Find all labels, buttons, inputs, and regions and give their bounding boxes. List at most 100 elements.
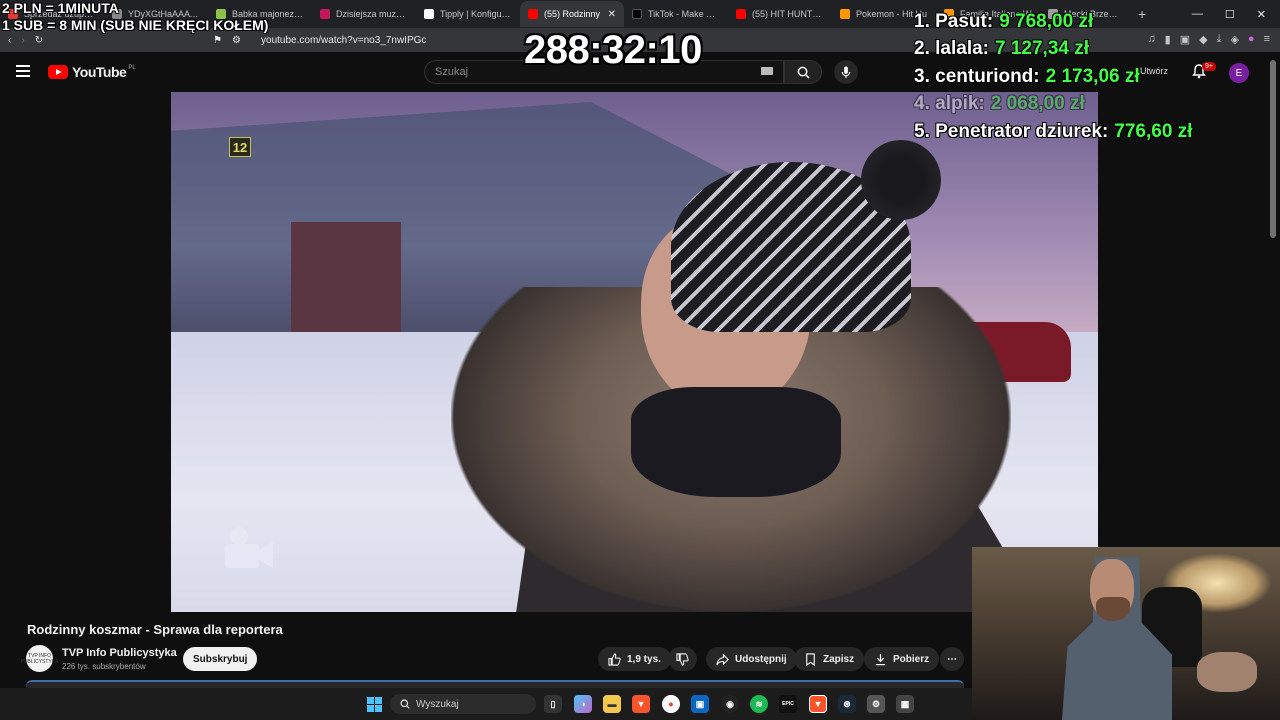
voice-search-button[interactable] (834, 60, 858, 84)
hamburger-menu-icon[interactable] (16, 65, 30, 77)
chrome-icon[interactable]: ● (662, 695, 680, 713)
video-frame-scarf (631, 387, 841, 497)
back-icon[interactable]: ‹ (8, 35, 11, 46)
channel-avatar[interactable]: TVP INFO PUBLICYSTYKA (21, 645, 58, 672)
obs-icon[interactable]: ◉ (721, 695, 739, 713)
dislike-button[interactable] (668, 647, 697, 671)
window-controls: — ☐ ✕ (1192, 8, 1280, 21)
donor-name: 4. alpik: (914, 93, 985, 115)
settings-icon[interactable]: ⚙ (867, 695, 885, 713)
notification-count-badge: 9+ (1202, 62, 1216, 71)
leaderboard-row: 5. Penetrator dziurek: 776,60 zł (914, 118, 1192, 146)
donor-name: 3. centuriond: (914, 65, 1040, 87)
youtube-play-icon (48, 65, 68, 79)
channel-name[interactable]: TVP Info Publicystyka (62, 647, 177, 659)
epic-games-icon[interactable]: EPIC (779, 695, 797, 713)
stream-rules-overlay: 2 PLN = 1MINUTA 1 SUB = 8 MIN (SUB NIE K… (2, 0, 268, 34)
taskbar-search-input[interactable]: Wyszukaj (390, 694, 536, 714)
shield-icon[interactable]: ◈ (1230, 33, 1238, 46)
page-scrollbar[interactable] (1270, 60, 1276, 238)
vpn-icon[interactable]: ◆ (1199, 33, 1207, 46)
browser-tab-active[interactable]: (55) Rodzinny ✕ (520, 1, 624, 27)
task-view-icon[interactable]: ▯ (544, 695, 562, 713)
profile-icon[interactable]: ● (1248, 33, 1255, 46)
download-button[interactable]: Pobierz (864, 647, 940, 671)
maximize-icon[interactable]: ☐ (1225, 8, 1235, 21)
download-label: Pobierz (893, 653, 930, 665)
donation-amount: 2 173,06 zł (1045, 65, 1140, 87)
youtube-favicon-icon (528, 9, 538, 19)
donor-name: 5. Penetrator dziurek: (914, 120, 1109, 142)
close-window-icon[interactable]: ✕ (1257, 8, 1266, 21)
download-icon (875, 653, 886, 665)
tab-title: TikTok - Make Your (648, 9, 720, 19)
donor-name: 2. lalala: (914, 38, 989, 60)
donation-amount: 9 768,00 zł (999, 10, 1094, 32)
brave-browser-icon[interactable]: ▼ (632, 695, 650, 713)
close-tab-icon[interactable]: ✕ (608, 9, 616, 20)
copilot-icon[interactable]: ◑ (574, 695, 592, 713)
share-icon (716, 653, 729, 665)
screen: Sprzedaż uzupełnij YDyXGtHaAAATDVG Babka… (0, 0, 1280, 720)
download-icon[interactable]: ⤓ (1217, 33, 1222, 46)
save-button[interactable]: Zapisz (794, 647, 865, 671)
rule-line: 1 SUB = 8 MIN (SUB NIE KRĘCI KOŁEM) (2, 17, 269, 33)
microphone-icon (841, 65, 851, 78)
tab-favicon-icon (320, 9, 330, 19)
youtube-logo-text: YouTube (72, 64, 127, 80)
account-avatar[interactable]: E (1229, 63, 1249, 83)
like-button[interactable]: 1,9 tys. (598, 647, 671, 671)
subscribe-button[interactable]: Subskrybuj (183, 647, 258, 671)
steam-icon[interactable]: ⊛ (838, 695, 856, 713)
description-box[interactable] (26, 680, 964, 688)
browser-tab[interactable]: TikTok - Make Your (624, 1, 728, 27)
tab-favicon-icon (840, 9, 850, 19)
video-player[interactable]: 12 (171, 92, 1098, 612)
keyboard-icon[interactable] (761, 67, 773, 75)
thumbs-down-icon (676, 652, 689, 666)
browser-tab[interactable]: Dzisiejsza muzyczna (312, 1, 416, 27)
donation-amount: 776,60 zł (1114, 120, 1193, 142)
webcam-beard (1096, 597, 1130, 621)
thumbs-up-icon (608, 652, 621, 666)
url-field[interactable]: youtube.com/watch?v=no3_7nwIPGc (261, 35, 426, 46)
youtube-logo[interactable]: YouTube PL (48, 64, 136, 80)
leaderboard-row: 4. alpik: 2 068,00 zł (914, 91, 1192, 119)
calculator-icon[interactable]: ▦ (896, 695, 914, 713)
site-settings-icon[interactable]: ⚙ (232, 35, 241, 46)
reload-icon[interactable]: ↻ (35, 35, 43, 46)
file-explorer-icon[interactable]: ▬ (603, 695, 621, 713)
browser-tab[interactable]: (55) HIT HUNTERS (728, 1, 832, 27)
rule-line: 2 PLN = 1MINUTA (2, 0, 119, 16)
more-icon: ⋯ (947, 653, 957, 665)
more-actions-button[interactable]: ⋯ (940, 647, 964, 671)
tab-title: (55) HIT HUNTERS (752, 9, 824, 19)
youtube-favicon-icon (736, 9, 746, 19)
video-frame-pompom (861, 140, 941, 220)
leaderboard-row: 3. centuriond: 2 173,06 zł (914, 63, 1192, 91)
camera-watermark-icon (225, 527, 273, 568)
minimize-icon[interactable]: — (1192, 8, 1203, 21)
windows-taskbar: Wyszukaj ▯ ◑ ▬ ▼ ● ▣ ◉ ≋ EPIC ▼ ⊛ ⚙ ▦ (0, 688, 972, 720)
bookmark-icon[interactable]: ⚑ (213, 35, 222, 46)
brave-active-icon[interactable]: ▼ (809, 695, 827, 713)
tab-title: Tipply | Konfiguratu (440, 9, 512, 19)
browser-tab[interactable]: Tipply | Konfiguratu (416, 1, 520, 27)
search-button[interactable] (784, 60, 822, 84)
windows-start-icon[interactable] (367, 697, 382, 712)
save-label: Zapisz (823, 653, 855, 665)
streamer-webcam (972, 547, 1280, 720)
leaderboard-row: 2. lalala: 7 127,34 zł (914, 36, 1192, 64)
store-icon[interactable]: ▣ (691, 695, 709, 713)
bookmark-icon (806, 652, 815, 666)
share-button[interactable]: Udostępnij (706, 647, 797, 671)
spotify-icon[interactable]: ≋ (750, 695, 768, 713)
menu-icon[interactable]: ≡ (1264, 33, 1270, 46)
webcam-hand (1197, 652, 1257, 692)
forward-icon[interactable]: › (21, 35, 24, 46)
leaderboard-row: 1. Pasut: 9 768,00 zł (914, 8, 1192, 36)
donation-amount: 7 127,34 zł (995, 38, 1090, 60)
subathon-timer: 288:32:10 (524, 28, 702, 72)
like-count: 1,9 tys. (627, 653, 661, 665)
video-frame-door (291, 222, 401, 332)
